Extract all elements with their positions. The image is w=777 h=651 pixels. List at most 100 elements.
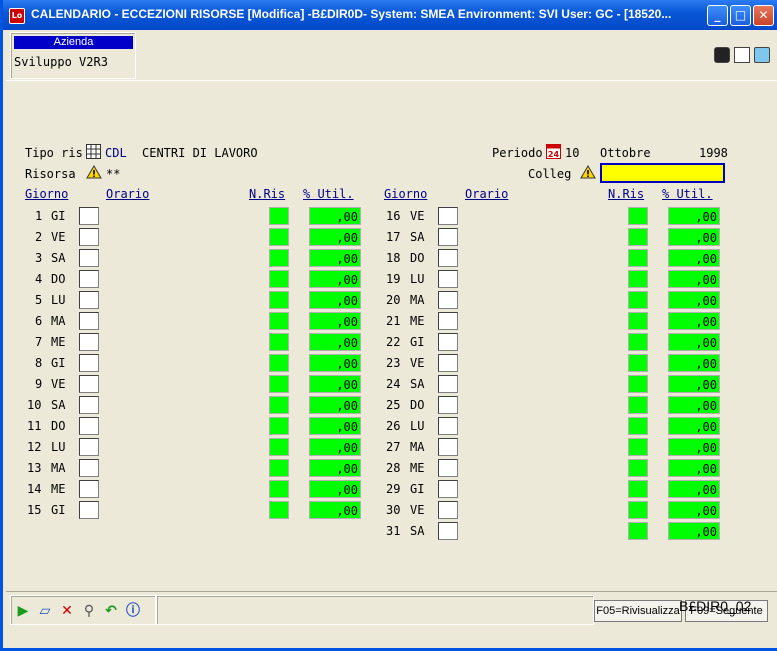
util-field[interactable]: ,00 (668, 396, 720, 414)
util-field[interactable]: ,00 (668, 375, 720, 393)
nris-field[interactable] (269, 312, 289, 330)
util-field[interactable]: ,00 (309, 417, 361, 435)
util-field[interactable]: ,00 (668, 522, 720, 540)
util-field[interactable]: ,00 (668, 438, 720, 456)
util-field[interactable]: ,00 (668, 501, 720, 519)
risorsa-warning-icon[interactable] (86, 165, 102, 179)
nris-field[interactable] (628, 291, 648, 309)
util-field[interactable]: ,00 (309, 438, 361, 456)
nris-field[interactable] (628, 333, 648, 351)
colleg-warning-icon[interactable] (580, 165, 596, 179)
nris-field[interactable] (269, 207, 289, 225)
nris-field[interactable] (628, 249, 648, 267)
orario-input[interactable] (438, 333, 458, 351)
nris-field[interactable] (628, 417, 648, 435)
util-field[interactable]: ,00 (668, 417, 720, 435)
orario-input[interactable] (79, 333, 99, 351)
orario-input[interactable] (79, 249, 99, 267)
nris-field[interactable] (269, 354, 289, 372)
orario-input[interactable] (438, 291, 458, 309)
util-field[interactable]: ,00 (309, 354, 361, 372)
maximize-button[interactable]: □ (730, 5, 751, 26)
orario-input[interactable] (438, 417, 458, 435)
util-field[interactable]: ,00 (309, 459, 361, 477)
close-button[interactable]: ✕ (753, 5, 774, 26)
nris-field[interactable] (269, 501, 289, 519)
orario-input[interactable] (438, 438, 458, 456)
nris-field[interactable] (628, 375, 648, 393)
util-field[interactable]: ,00 (668, 480, 720, 498)
orario-input[interactable] (79, 438, 99, 456)
col-orario-right[interactable]: Orario (465, 187, 508, 201)
nris-field[interactable] (628, 459, 648, 477)
nris-field[interactable] (269, 396, 289, 414)
util-field[interactable]: ,00 (668, 333, 720, 351)
info-icon[interactable]: ⓘ (125, 603, 141, 619)
nris-field[interactable] (269, 291, 289, 309)
minimize-button[interactable]: _ (707, 5, 728, 26)
orario-input[interactable] (79, 354, 99, 372)
util-field[interactable]: ,00 (309, 228, 361, 246)
util-field[interactable]: ,00 (668, 354, 720, 372)
nris-field[interactable] (628, 312, 648, 330)
nris-field[interactable] (628, 270, 648, 288)
col-util-right[interactable]: % Util. (662, 187, 713, 201)
search-icon[interactable]: ⚲ (81, 603, 97, 619)
orario-input[interactable] (79, 459, 99, 477)
risorsa-value[interactable]: ** (106, 167, 120, 181)
nris-field[interactable] (269, 417, 289, 435)
util-field[interactable]: ,00 (309, 396, 361, 414)
orario-input[interactable] (79, 375, 99, 393)
nris-field[interactable] (628, 354, 648, 372)
nris-field[interactable] (269, 249, 289, 267)
nris-field[interactable] (628, 501, 648, 519)
orario-input[interactable] (79, 207, 99, 225)
monitor-icon[interactable] (714, 47, 730, 63)
util-field[interactable]: ,00 (309, 207, 361, 225)
util-field[interactable]: ,00 (668, 270, 720, 288)
orario-input[interactable] (79, 417, 99, 435)
calendar-icon[interactable]: 24 (546, 144, 561, 159)
orario-input[interactable] (79, 228, 99, 246)
util-field[interactable]: ,00 (309, 480, 361, 498)
nris-field[interactable] (269, 438, 289, 456)
tipo-ris-code[interactable]: CDL (105, 146, 127, 160)
col-nris-right[interactable]: N.Ris (608, 187, 644, 201)
col-util-left[interactable]: % Util. (303, 187, 354, 201)
orario-input[interactable] (438, 459, 458, 477)
orario-input[interactable] (438, 480, 458, 498)
col-orario-left[interactable]: Orario (106, 187, 149, 201)
f05-button[interactable]: F05=Rivisualizza (594, 600, 682, 622)
col-giorno-left[interactable]: Giorno (25, 187, 68, 201)
nris-field[interactable] (269, 480, 289, 498)
title-bar[interactable]: Lo CALENDARIO - ECCEZIONI RISORSE [Modif… (3, 0, 777, 30)
nris-field[interactable] (628, 396, 648, 414)
nris-field[interactable] (269, 459, 289, 477)
run-icon[interactable]: ▶ (15, 603, 31, 619)
col-giorno-right[interactable]: Giorno (384, 187, 427, 201)
nris-field[interactable] (628, 207, 648, 225)
util-field[interactable]: ,00 (309, 375, 361, 393)
util-field[interactable]: ,00 (668, 249, 720, 267)
util-field[interactable]: ,00 (668, 312, 720, 330)
delete-icon[interactable]: ✕ (59, 603, 75, 619)
util-field[interactable]: ,00 (309, 291, 361, 309)
app-icon[interactable]: Lo (9, 8, 25, 24)
util-field[interactable]: ,00 (668, 207, 720, 225)
util-field[interactable]: ,00 (668, 459, 720, 477)
util-field[interactable]: ,00 (309, 249, 361, 267)
table-lookup-icon[interactable] (86, 144, 101, 159)
nris-field[interactable] (269, 228, 289, 246)
eraser-icon[interactable]: ▱ (37, 603, 53, 619)
orario-input[interactable] (79, 480, 99, 498)
orario-input[interactable] (79, 291, 99, 309)
orario-input[interactable] (79, 396, 99, 414)
util-field[interactable]: ,00 (309, 270, 361, 288)
orario-input[interactable] (79, 270, 99, 288)
orario-input[interactable] (438, 522, 458, 540)
orario-input[interactable] (79, 312, 99, 330)
nris-field[interactable] (628, 522, 648, 540)
nris-field[interactable] (628, 480, 648, 498)
col-nris-left[interactable]: N.Ris (249, 187, 285, 201)
orario-input[interactable] (438, 501, 458, 519)
